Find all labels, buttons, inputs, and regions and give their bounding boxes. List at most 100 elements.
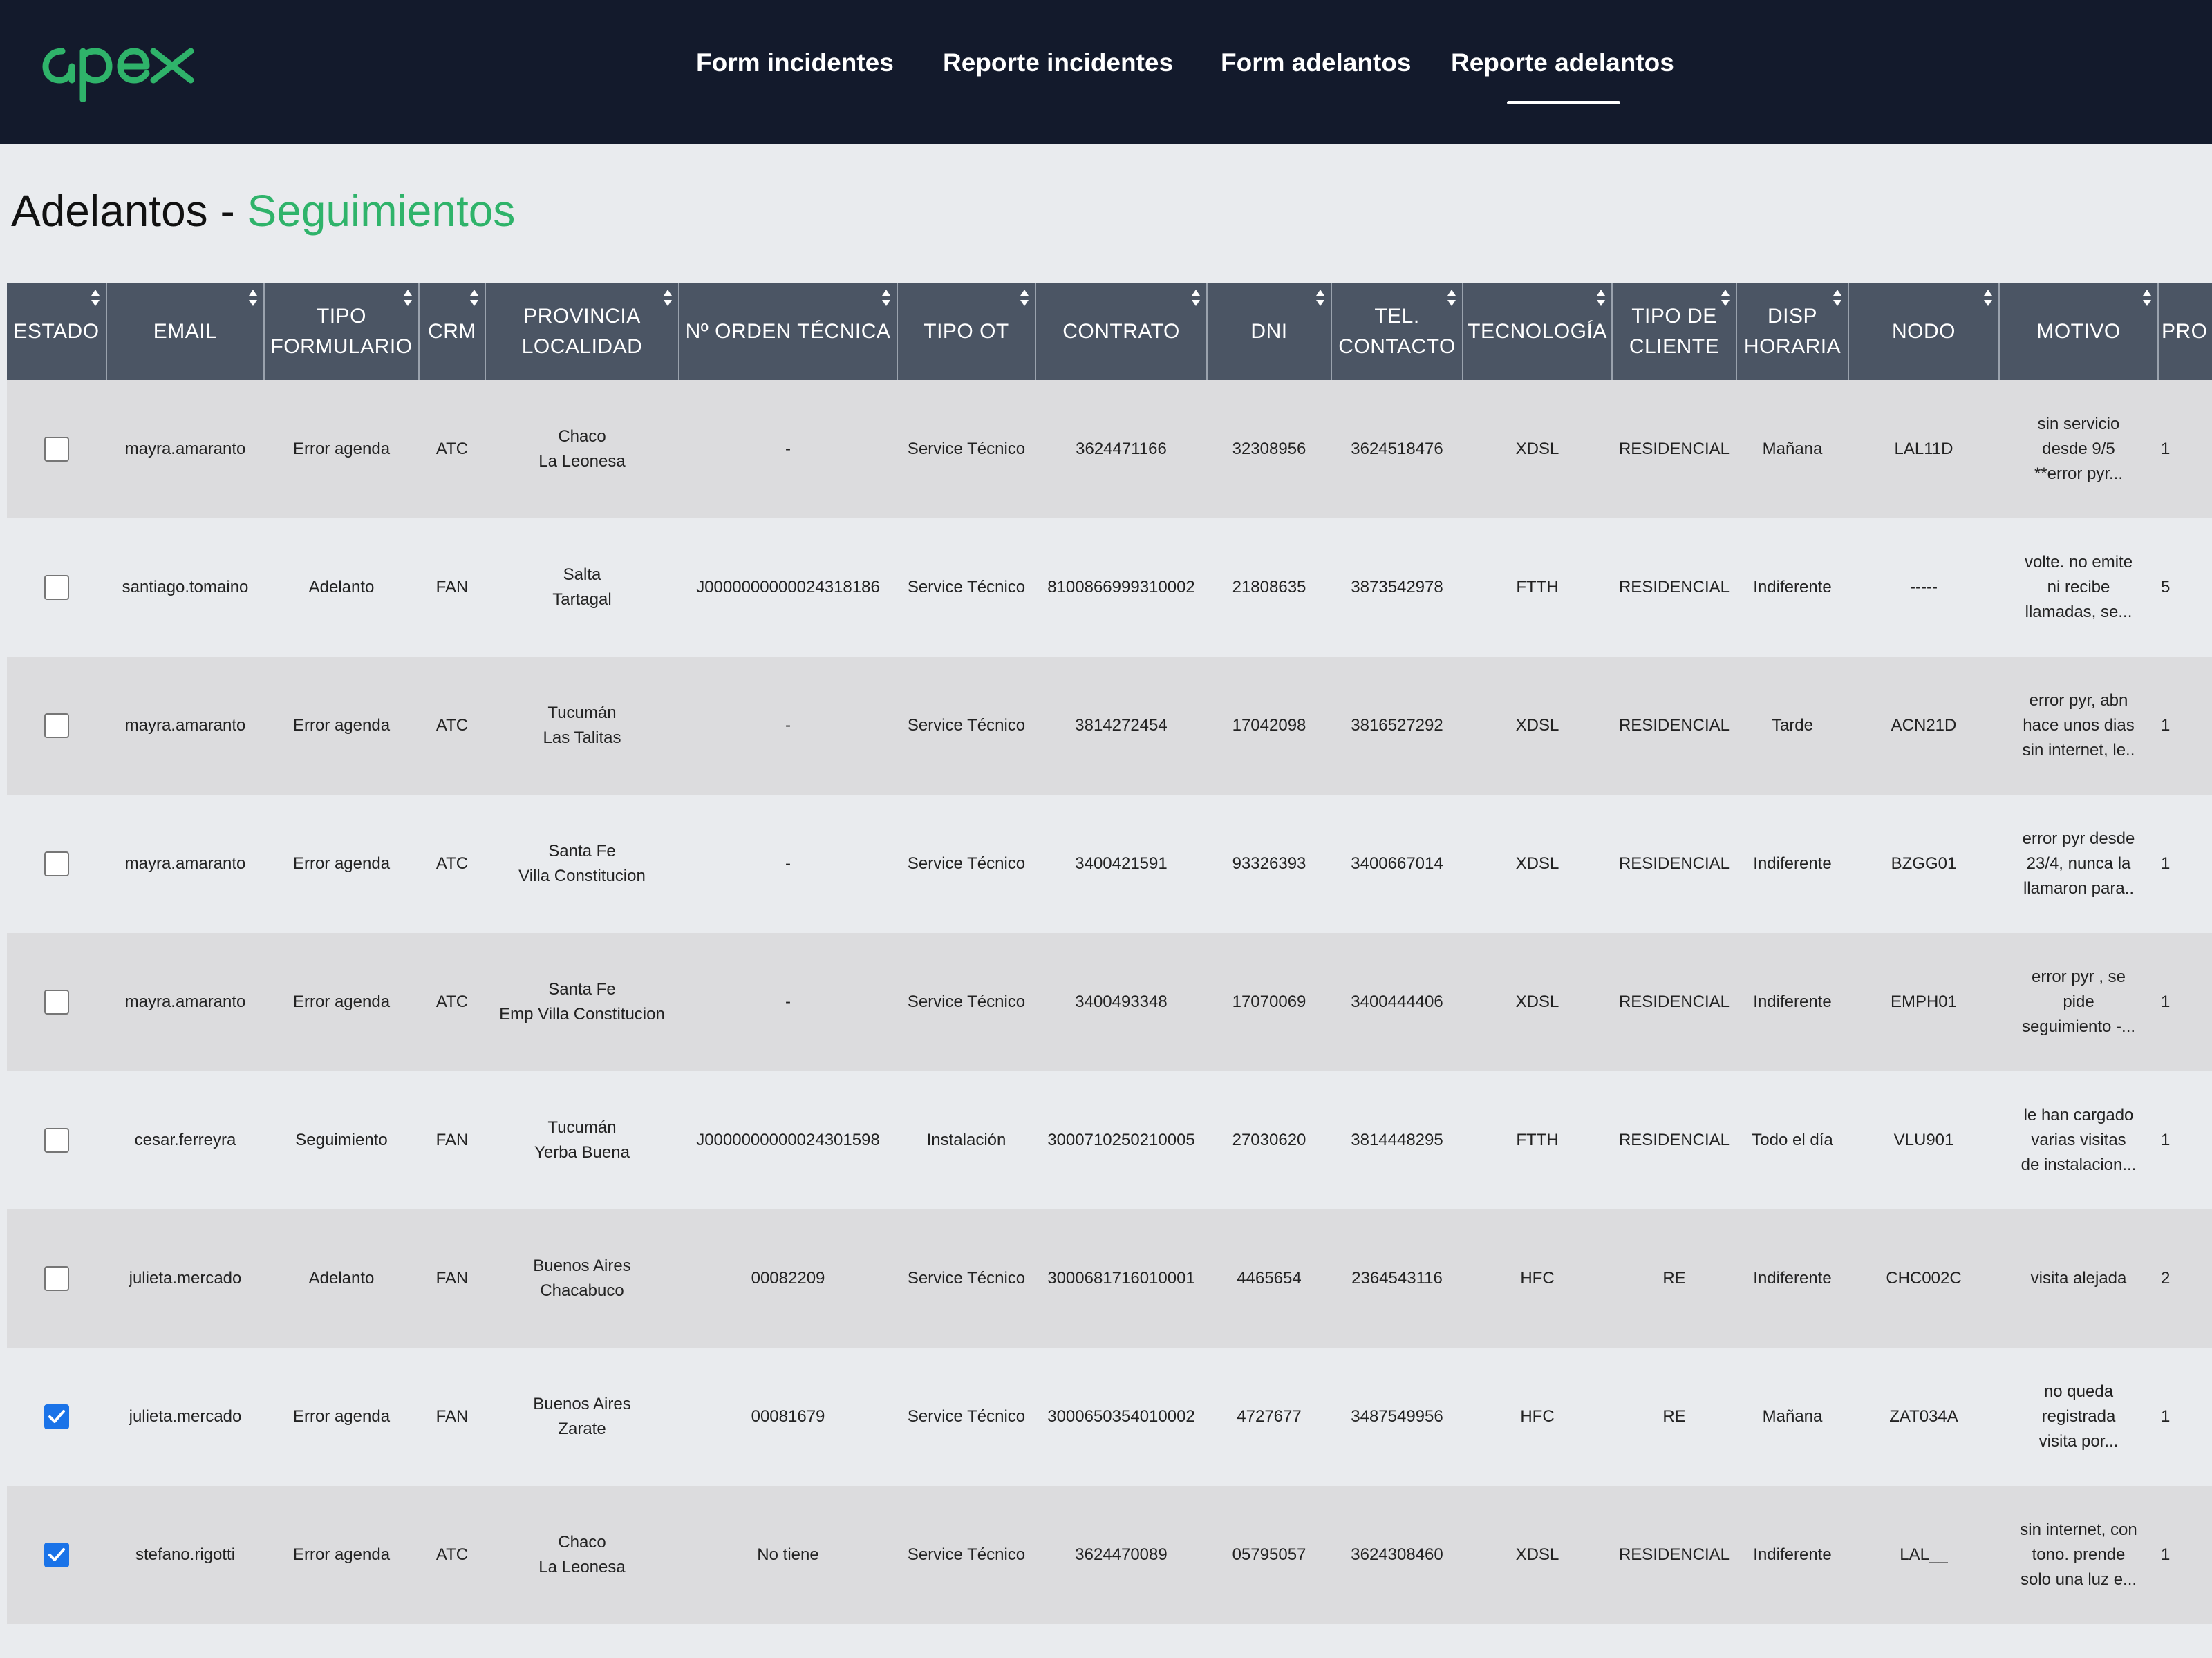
estado-checkbox[interactable] xyxy=(44,990,69,1015)
tel-contacto-text: 3487549956 xyxy=(1351,1407,1443,1426)
column-header-email[interactable]: EMAIL xyxy=(106,283,265,380)
motivo-line: sin servicio xyxy=(2037,415,2120,433)
nav-reporte-adelantos[interactable]: Reporte adelantos xyxy=(1451,48,1674,77)
nodo-cell: ZAT034A xyxy=(1848,1348,1999,1486)
pro-text: 5 xyxy=(2161,578,2171,596)
contrato-text: 3624471166 xyxy=(1076,440,1167,458)
contrato-cell: 3000681716010001 xyxy=(1035,1209,1207,1348)
column-header-pro[interactable]: PRO xyxy=(2158,283,2212,380)
tipo-ot-text: Service Técnico xyxy=(907,992,1026,1011)
orden-tecnica-text: J0000000000024318186 xyxy=(696,578,880,596)
tipo-ot-cell: Instalación xyxy=(897,1071,1035,1209)
estado-checkbox[interactable] xyxy=(44,575,69,601)
sort-icon[interactable] xyxy=(469,289,479,307)
sort-icon[interactable] xyxy=(1721,289,1730,307)
disp-horaria-cell: Todo el día xyxy=(1736,1071,1848,1209)
disp-horaria-text: Todo el día xyxy=(1752,1131,1833,1149)
estado-checkbox[interactable] xyxy=(44,1128,69,1153)
contrato-cell: 3400493348 xyxy=(1035,933,1207,1071)
column-header-dni[interactable]: DNI xyxy=(1207,283,1332,380)
sort-icon[interactable] xyxy=(1983,289,1993,307)
tel-contacto-text: 3624308460 xyxy=(1351,1545,1443,1564)
nodo-cell: EMPH01 xyxy=(1848,933,1999,1071)
motivo-line: varias visitas xyxy=(2031,1131,2126,1149)
localidad-text: Zarate xyxy=(558,1420,606,1438)
page-title-main: Adelantos - xyxy=(11,186,247,236)
column-header-tipo-formulario[interactable]: TIPO FORMULARIO xyxy=(264,283,420,380)
column-header-nº-orden-técnica[interactable]: Nº ORDEN TÉCNICA xyxy=(679,283,898,380)
column-header-label: TEL. CONTACTO xyxy=(1338,305,1456,358)
column-header-nodo[interactable]: NODO xyxy=(1848,283,2000,380)
sort-icon[interactable] xyxy=(91,289,100,307)
column-header-contrato[interactable]: CONTRATO xyxy=(1035,283,1208,380)
email-text: mayra.amaranto xyxy=(124,854,246,873)
sort-icon[interactable] xyxy=(1191,289,1201,307)
sort-icon[interactable] xyxy=(403,289,413,307)
column-header-label: MOTIVO xyxy=(2036,320,2121,343)
estado-checkbox[interactable] xyxy=(44,437,69,462)
tipo-ot-cell: Service Técnico xyxy=(897,380,1035,518)
estado-cell xyxy=(7,518,106,657)
column-header-motivo[interactable]: MOTIVO xyxy=(1999,283,2159,380)
tel-contacto-cell: 3400667014 xyxy=(1331,795,1463,933)
tipo-formulario-text: Error agenda xyxy=(292,854,391,873)
motivo-line: error pyr, abn xyxy=(2029,691,2128,710)
sort-icon[interactable] xyxy=(663,289,673,307)
column-header-tecnología[interactable]: TECNOLOGÍA xyxy=(1463,283,1613,380)
tipo-formulario-text: Error agenda xyxy=(292,440,391,458)
pro-text: 1 xyxy=(2161,992,2171,1011)
pro-cell: 5 xyxy=(2158,518,2212,657)
sort-icon[interactable] xyxy=(1020,289,1029,307)
tecnologia-text: XDSL xyxy=(1515,440,1559,458)
sort-icon[interactable] xyxy=(1833,289,1842,307)
estado-checkbox-checked[interactable] xyxy=(44,1404,69,1430)
disp-horaria-text: Indiferente xyxy=(1753,1269,1832,1288)
table-row: santiago.tomaino Adelanto FAN Salta Tartagal… xyxy=(7,518,2212,657)
nodo-text: LAL__ xyxy=(1900,1545,1948,1564)
contrato-text: 8100866999310002 xyxy=(1047,578,1195,596)
email-cell: mayra.amaranto xyxy=(106,933,264,1071)
contrato-text: 3624470089 xyxy=(1075,1545,1168,1564)
seguimientos-table-container[interactable]: ESTADO EMAIL TIPO FORMULARIO CRM PROVINCIA L… xyxy=(7,283,2212,1658)
estado-checkbox[interactable] xyxy=(44,713,69,739)
tipo-formulario-cell: Error agenda xyxy=(264,657,419,795)
sort-icon[interactable] xyxy=(1447,289,1456,307)
column-header-provincia-localidad[interactable]: PROVINCIA LOCALIDAD xyxy=(485,283,679,380)
crm-text: FAN xyxy=(435,578,469,596)
column-header-tipo-ot[interactable]: TIPO OT xyxy=(897,283,1036,380)
contrato-cell: 3000710250210005 xyxy=(1035,1071,1207,1209)
tipo-formulario-cell: Adelanto xyxy=(264,518,419,657)
estado-checkbox[interactable] xyxy=(44,851,69,877)
tel-contacto-cell: 3814448295 xyxy=(1331,1071,1463,1209)
sort-icon[interactable] xyxy=(1315,289,1325,307)
column-header-disp-horaria[interactable]: DISP HORARIA xyxy=(1736,283,1849,380)
tecnologia-cell: XDSL xyxy=(1463,1486,1612,1624)
column-header-label: TIPO OT xyxy=(924,320,1009,343)
email-cell: santiago.tomaino xyxy=(106,518,264,657)
crm-cell: ATC xyxy=(419,657,485,795)
email-text: mayra.amaranto xyxy=(124,716,246,735)
estado-cell xyxy=(7,1348,106,1486)
sort-icon[interactable] xyxy=(1596,289,1606,307)
column-header-crm[interactable]: CRM xyxy=(419,283,486,380)
motivo-line: visita alejada xyxy=(2030,1269,2127,1288)
estado-checkbox[interactable] xyxy=(44,1266,69,1292)
disp-horaria-cell: Indiferente xyxy=(1736,1209,1848,1348)
nav-reporte-incidentes[interactable]: Reporte incidentes xyxy=(943,48,1173,77)
nav-form-adelantos[interactable]: Form adelantos xyxy=(1221,48,1412,77)
sort-icon[interactable] xyxy=(881,289,891,307)
sort-icon[interactable] xyxy=(2142,289,2152,307)
disp-horaria-cell: Mañana xyxy=(1736,380,1848,518)
motivo-cell: error pyr, abn hace unos dias sin internet… xyxy=(1999,657,2158,795)
motivo-line: sin internet, le.. xyxy=(2022,741,2135,760)
nav-form-incidentes[interactable]: Form incidentes xyxy=(696,48,894,77)
estado-cell xyxy=(7,933,106,1071)
tipo-formulario-text: Error agenda xyxy=(292,992,391,1011)
estado-checkbox-checked[interactable] xyxy=(44,1543,69,1568)
tecnologia-text: XDSL xyxy=(1515,716,1559,735)
table-row: stefano.rigotti Error agenda ATC Chaco La Le… xyxy=(7,1486,2212,1624)
column-header-tel-contacto[interactable]: TEL. CONTACTO xyxy=(1331,283,1463,380)
column-header-tipo-de-cliente[interactable]: TIPO DE CLIENTE xyxy=(1612,283,1737,380)
sort-icon[interactable] xyxy=(248,289,258,307)
column-header-estado[interactable]: ESTADO xyxy=(7,283,107,380)
